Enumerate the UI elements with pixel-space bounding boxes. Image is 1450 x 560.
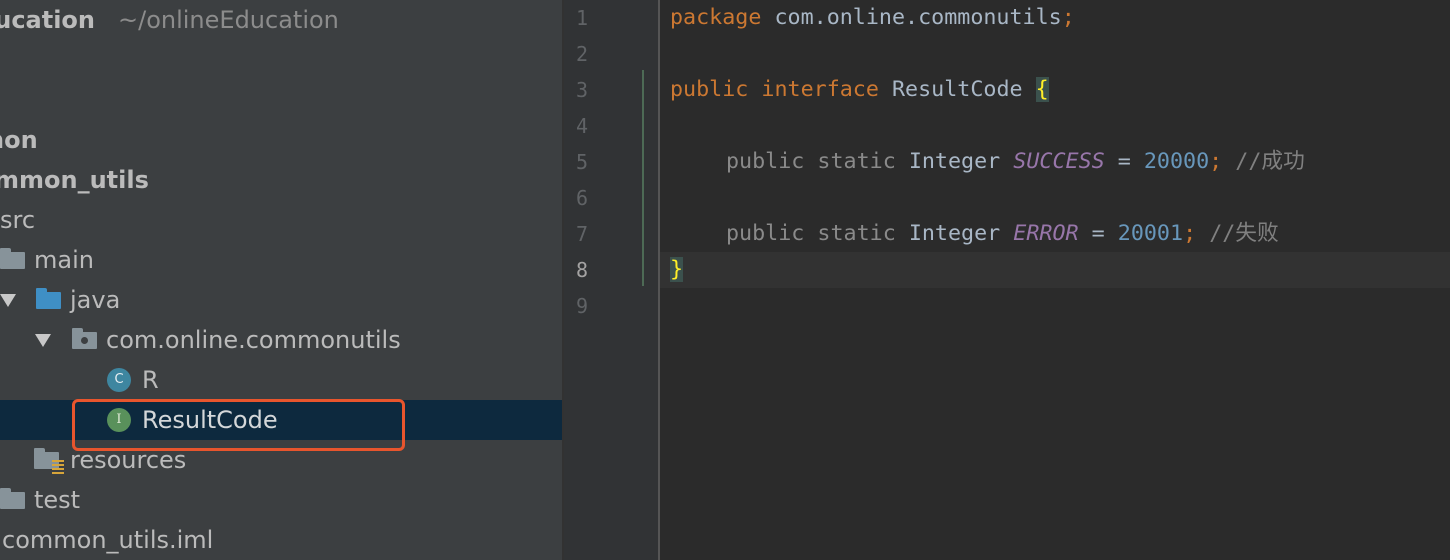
- semicolon: ;: [1183, 221, 1197, 246]
- number-literal: 20001: [1117, 221, 1184, 246]
- resources-marker-icon: [52, 460, 64, 474]
- keyword-static: static: [817, 149, 896, 174]
- keyword-interface: interface: [761, 77, 879, 102]
- tree-item-java[interactable]: java: [0, 280, 562, 320]
- selection-highlight-box: [72, 399, 405, 451]
- tree-item-main[interactable]: main: [0, 240, 562, 280]
- line-number: 3: [575, 78, 588, 102]
- keyword-public: public: [670, 77, 749, 102]
- tree-item-module-parent[interactable]: non: [0, 120, 562, 160]
- line-number-current: 8: [575, 258, 588, 282]
- line-comment: //失败: [1209, 221, 1279, 246]
- code-editor[interactable]: 1 2 3 4 5 6 7 8 9 package com.online.com…: [564, 0, 1450, 560]
- folder-icon: [0, 248, 25, 269]
- expand-arrow-icon[interactable]: [35, 334, 51, 347]
- tree-item-common-utils-module[interactable]: mmon_utils: [0, 160, 562, 200]
- open-brace: {: [1035, 77, 1049, 102]
- tree-item-label: non: [0, 126, 38, 154]
- project-tree-panel: lucation ~/onlineEducation non mmon_util…: [0, 0, 562, 560]
- tree-root-row[interactable]: lucation ~/onlineEducation: [0, 0, 562, 40]
- code-line-3: public interface ResultCode {: [670, 72, 1049, 108]
- tree-item-class-r[interactable]: C R: [0, 360, 562, 400]
- tree-item-iml-file[interactable]: common_utils.iml: [0, 520, 562, 560]
- line-number: 6: [575, 186, 588, 210]
- number-literal: 20000: [1143, 149, 1210, 174]
- tree-item-label: R: [142, 366, 159, 394]
- tree-item-package[interactable]: com.online.commonutils: [0, 320, 562, 360]
- class-icon: C: [107, 368, 131, 392]
- line-number: 5: [575, 150, 588, 174]
- line-comment: //成功: [1235, 149, 1305, 174]
- tree-item-label: src: [0, 206, 36, 234]
- keyword-public: public: [726, 221, 805, 246]
- line-number: 1: [575, 6, 588, 30]
- keyword-package: package: [670, 5, 762, 30]
- keyword-public: public: [726, 149, 805, 174]
- code-line-5: public static Integer SUCCESS = 20000; /…: [726, 144, 1305, 180]
- tree-item-label: test: [34, 486, 81, 514]
- code-line-7: public static Integer ERROR = 20001; //失…: [726, 216, 1279, 252]
- tree-item-src[interactable]: src: [0, 200, 562, 240]
- project-name: lucation: [0, 6, 96, 34]
- package-name: com.online.commonutils: [774, 5, 1062, 30]
- operator-equals: =: [1117, 149, 1131, 174]
- semicolon: ;: [1209, 149, 1223, 174]
- current-line-highlight: [660, 252, 1450, 288]
- package-icon: [72, 328, 97, 349]
- operator-equals: =: [1091, 221, 1105, 246]
- close-brace: }: [670, 257, 684, 282]
- folder-icon: [0, 488, 25, 509]
- source-folder-icon: [36, 288, 61, 309]
- line-number: 9: [575, 294, 588, 318]
- field-error: ERROR: [1013, 221, 1079, 246]
- tree-item-label: mmon_utils: [0, 166, 149, 194]
- semicolon: ;: [1061, 5, 1075, 30]
- project-path: ~/onlineEducation: [118, 6, 339, 34]
- tree-item-test[interactable]: test: [0, 480, 562, 520]
- field-type: Integer: [908, 149, 1001, 174]
- line-number: 2: [575, 42, 588, 66]
- tree-item-label: com.online.commonutils: [106, 326, 401, 354]
- interface-name: ResultCode: [891, 77, 1023, 102]
- field-success: SUCCESS: [1013, 149, 1105, 174]
- code-line-8: }: [670, 252, 684, 288]
- tree-item-label: main: [34, 246, 94, 274]
- line-number: 4: [575, 114, 588, 138]
- expand-arrow-icon[interactable]: [0, 294, 16, 307]
- tree-item-label: common_utils.iml: [2, 526, 214, 554]
- code-line-1: package com.online.commonutils;: [670, 0, 1075, 36]
- field-type: Integer: [908, 221, 1001, 246]
- line-number: 7: [575, 222, 588, 246]
- keyword-static: static: [817, 221, 896, 246]
- fold-guide: [642, 70, 644, 286]
- tree-item-label: java: [70, 286, 121, 314]
